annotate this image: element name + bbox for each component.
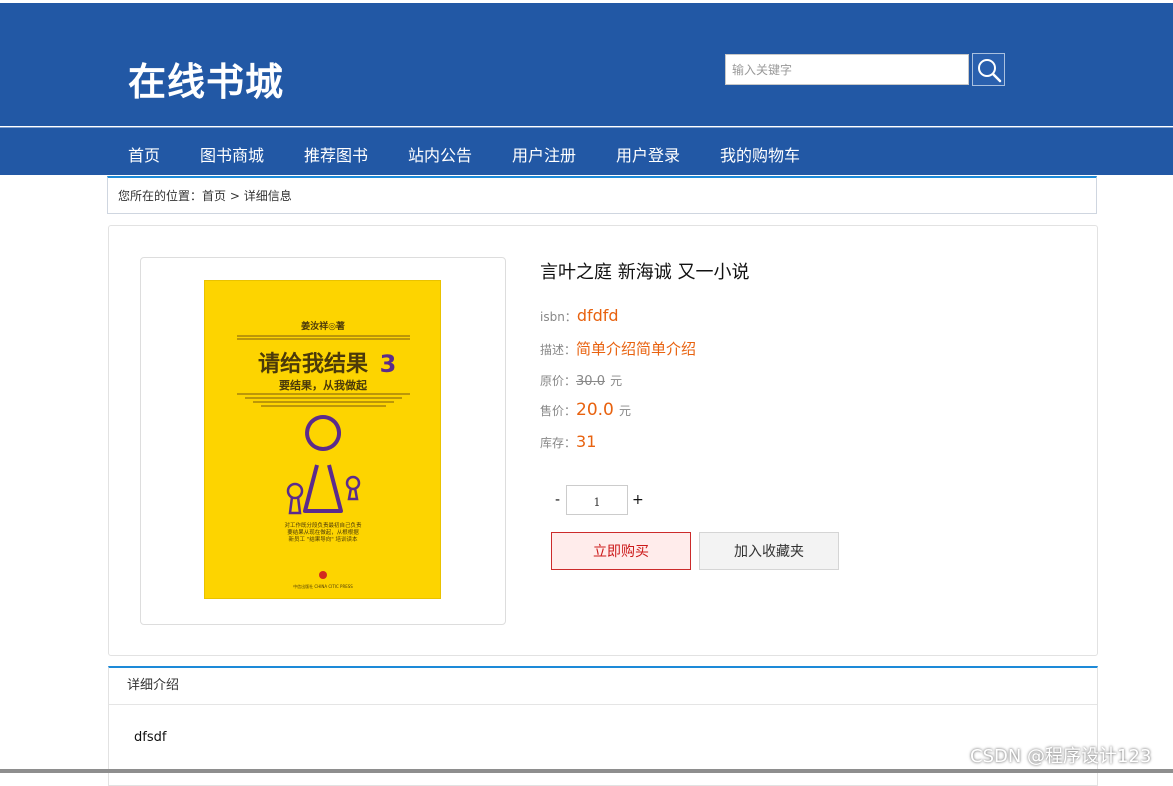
quantity-input[interactable] bbox=[566, 485, 628, 515]
sale-price-unit: 元 bbox=[618, 404, 631, 418]
nav-item-book-store[interactable]: 图书商城 bbox=[200, 142, 264, 166]
stock-value: 31 bbox=[576, 432, 597, 451]
detail-header: 详细介绍 bbox=[109, 668, 1097, 705]
site-header: 在线书城 bbox=[0, 3, 1173, 126]
product-panel: 姜汝祥◎著 请给我结果 3 要结果，从我做起 对工作既分段负责最初自己负责 要结… bbox=[108, 225, 1098, 656]
original-price-unit: 元 bbox=[610, 374, 623, 388]
breadcrumb-prefix: 您所在的位置： bbox=[118, 189, 203, 203]
description-label: 描述： bbox=[540, 343, 577, 357]
nav-item-recommended[interactable]: 推荐图书 bbox=[304, 142, 368, 166]
breadcrumb-home-link[interactable]: 首页 bbox=[202, 189, 226, 203]
main-nav: 首页 图书商城 推荐图书 站内公告 用户注册 用户登录 我的购物车 bbox=[0, 127, 1173, 175]
nav-item-announcements[interactable]: 站内公告 bbox=[408, 142, 472, 166]
isbn-label: isbn： bbox=[540, 310, 577, 324]
cover-blurb-line: 要结果从现在做起，从根根据 bbox=[287, 528, 359, 536]
original-price-label: 原价： bbox=[540, 374, 577, 388]
isbn-value: dfdfd bbox=[576, 306, 619, 325]
cover-number: 3 bbox=[380, 350, 397, 378]
description-value: 简单介绍简单介绍 bbox=[576, 340, 697, 358]
cover-blurb-line: 新员工 "结果导向" 培训读本 bbox=[288, 535, 358, 543]
cover-frame: 姜汝祥◎著 请给我结果 3 要结果，从我做起 对工作既分段负责最初自己负责 要结… bbox=[140, 257, 506, 625]
search-button[interactable] bbox=[972, 53, 1005, 86]
publisher-logo-icon bbox=[319, 571, 327, 579]
cover-art: 姜汝祥◎著 请给我结果 3 要结果，从我做起 对工作既分段负责最初自己负责 要结… bbox=[237, 320, 410, 589]
watermark: CSDN @程序设计123 bbox=[970, 746, 1152, 767]
breadcrumb-separator: > bbox=[226, 189, 244, 203]
breadcrumb: 您所在的位置：首页 > 详细信息 bbox=[107, 176, 1097, 214]
bottom-scrollbar[interactable] bbox=[0, 769, 1173, 773]
nav-item-register[interactable]: 用户注册 bbox=[512, 142, 576, 166]
original-price-row: 原价：30.0 元 bbox=[540, 370, 622, 389]
stock-label: 库存： bbox=[540, 436, 577, 450]
cover-blurb-line: 对工作既分段负责最初自己负责 bbox=[284, 521, 362, 529]
cover-publisher: 中信出版社 CHINA CITIC PRESS bbox=[293, 583, 353, 589]
search-icon bbox=[977, 58, 1001, 82]
cover-title: 请给我结果 bbox=[258, 351, 368, 377]
book-cover-image[interactable]: 姜汝祥◎著 请给我结果 3 要结果，从我做起 对工作既分段负责最初自己负责 要结… bbox=[204, 280, 441, 599]
keyhole-icon bbox=[286, 415, 361, 515]
sale-price-label: 售价： bbox=[540, 404, 577, 418]
detail-content: dfsdf bbox=[134, 730, 167, 745]
sale-price-row: 售价：20.0 元 bbox=[540, 400, 631, 420]
search-input[interactable] bbox=[725, 54, 969, 85]
nav-item-login[interactable]: 用户登录 bbox=[616, 142, 680, 166]
stock-row: 库存：31 bbox=[540, 432, 596, 451]
add-to-favorites-button[interactable]: 加入收藏夹 bbox=[699, 532, 839, 570]
buy-now-button[interactable]: 立即购买 bbox=[551, 532, 691, 570]
quantity-decrease-button[interactable]: - bbox=[555, 492, 560, 508]
site-title: 在线书城 bbox=[128, 60, 285, 104]
cover-subtitle: 要结果，从我做起 bbox=[279, 378, 368, 392]
description-row: 描述：简单介绍简单介绍 bbox=[540, 338, 696, 359]
sale-price-value: 20.0 bbox=[576, 400, 614, 420]
detail-panel: 详细介绍 dfsdf bbox=[108, 666, 1098, 786]
original-price-value: 30.0 bbox=[576, 374, 605, 389]
quantity-increase-button[interactable]: + bbox=[632, 492, 644, 508]
nav-item-home[interactable]: 首页 bbox=[128, 142, 160, 166]
cover-author: 姜汝祥◎著 bbox=[301, 320, 345, 332]
book-title: 言叶之庭 新海诚 又一小说 bbox=[540, 262, 750, 283]
isbn-row: isbn：dfdfd bbox=[540, 306, 619, 325]
breadcrumb-current: 详细信息 bbox=[243, 189, 292, 203]
nav-item-cart[interactable]: 我的购物车 bbox=[720, 142, 800, 166]
